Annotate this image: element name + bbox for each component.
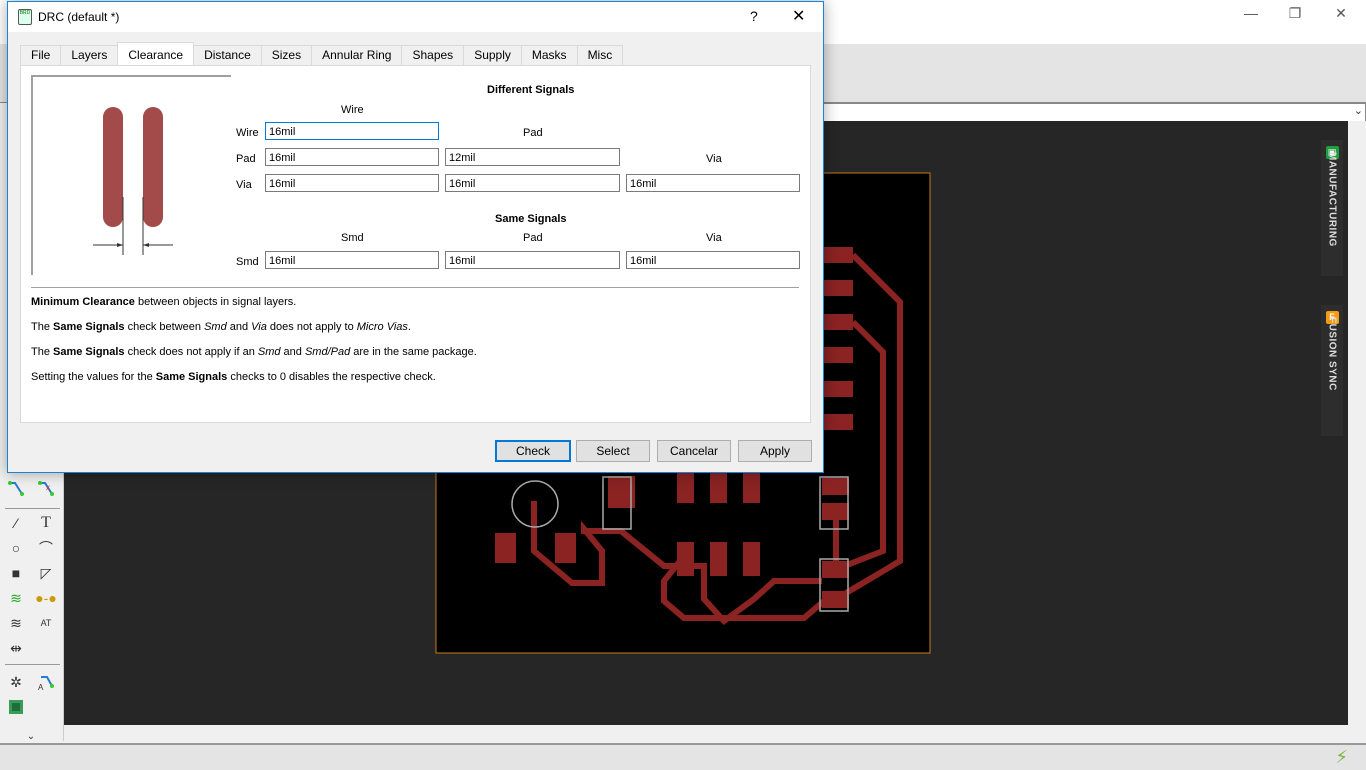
row-label-wire: Wire (236, 127, 259, 139)
restore-icon: ❐ (1288, 5, 1302, 21)
hole-tool-icon[interactable]: ≋ (5, 612, 27, 634)
row-label-via: Via (236, 179, 252, 191)
manufacturing-panel-tab[interactable]: ▣ MANUFACTURING (1321, 140, 1343, 276)
via-tool-icon[interactable]: ≋ (5, 587, 27, 609)
tab-annular-ring[interactable]: Annular Ring (311, 45, 403, 65)
col-header-wire: Wire (341, 104, 364, 116)
tab-supply[interactable]: Supply (463, 45, 522, 65)
row-label-smd: Smd (236, 256, 259, 268)
different-signals-heading: Different Signals (487, 84, 575, 96)
pad-pad-field[interactable]: 12mil (445, 148, 620, 166)
dialog-title-bar: BRD DRC (default *) ? ✕ (8, 2, 823, 32)
clearance-panel: Different Signals Wire Pad Via Wire 16mi… (20, 65, 811, 423)
tab-distance[interactable]: Distance (193, 45, 262, 65)
toolbar-divider (5, 664, 60, 665)
minimize-button[interactable]: — (1228, 2, 1274, 24)
vertical-scrollbar[interactable] (1348, 121, 1366, 725)
note-micro-vias: The Same Signals check between Smd and V… (31, 321, 411, 333)
svg-text:x: x (46, 483, 50, 492)
apply-button[interactable]: Apply (738, 440, 812, 462)
tab-shapes[interactable]: Shapes (401, 45, 465, 65)
pad-wire-field[interactable]: 16mil (265, 148, 439, 166)
lightning-bolt-icon[interactable]: ⚡ (1335, 747, 1348, 768)
smd-via-field[interactable]: 16mil (626, 251, 800, 269)
board-file-icon: BRD (18, 9, 32, 25)
col-header-via: Via (706, 232, 722, 244)
fusion-sync-panel-tab[interactable]: F FUSION SYNC (1321, 305, 1343, 436)
col-header-pad: Pad (523, 127, 543, 139)
arc-tool-icon[interactable]: ⌒ (35, 537, 57, 559)
drc-tool-icon[interactable] (5, 696, 27, 718)
close-dialog-button[interactable]: ✕ (792, 6, 805, 26)
autorouter-tool-icon[interactable]: A (35, 671, 57, 693)
note-minimum-clearance: Minimum Clearance between objects in sig… (31, 296, 297, 308)
close-icon: ✕ (1335, 5, 1347, 21)
col-header-smd: Smd (341, 232, 364, 244)
check-button[interactable]: Check (495, 440, 571, 462)
tab-sizes[interactable]: Sizes (260, 45, 313, 65)
polygon-tool-icon[interactable]: ◸ (35, 562, 57, 584)
attribute-tool-icon[interactable]: AT (35, 612, 57, 634)
tab-bar: File Layers Clearance Distance Sizes Ann… (20, 42, 624, 66)
dimension-tool-icon[interactable]: ⇹ (5, 637, 27, 659)
wire-wire-field[interactable]: 16mil (265, 122, 439, 140)
note-disable-check: Setting the values for the Same Signals … (31, 371, 436, 383)
smd-pad-field[interactable]: 16mil (445, 251, 620, 269)
circle-tool-icon[interactable]: ○ (5, 537, 27, 559)
via-pad-field[interactable]: 16mil (445, 174, 620, 192)
tab-file[interactable]: File (20, 45, 62, 65)
dialog-title: DRC (default *) (38, 10, 120, 24)
divider (31, 287, 799, 288)
tab-masks[interactable]: Masks (520, 45, 578, 65)
tab-clearance[interactable]: Clearance (117, 42, 195, 65)
col-header-via: Via (706, 153, 722, 165)
row-label-pad: Pad (236, 153, 256, 165)
via-wire-field[interactable]: 16mil (265, 174, 439, 192)
text-tool-icon[interactable]: T (35, 512, 57, 534)
line-tool-icon[interactable]: ⁄ (5, 512, 27, 534)
horizontal-scrollbar[interactable] (64, 725, 1348, 741)
tab-misc[interactable]: Misc (576, 45, 624, 65)
restore-button[interactable]: ❐ (1272, 2, 1318, 24)
same-signals-heading: Same Signals (495, 213, 567, 225)
route-tool-icon[interactable] (5, 478, 27, 500)
status-bar: ⚡ (0, 743, 1366, 770)
fusion-sync-label: FUSION SYNC (1326, 317, 1338, 391)
clearance-arrow-icon (93, 197, 173, 255)
chevron-down-icon[interactable]: ⌄ (1354, 104, 1363, 117)
manufacturing-label: MANUFACTURING (1326, 152, 1338, 247)
toolbar-divider (5, 508, 60, 509)
rectangle-tool-icon[interactable]: ■ (5, 562, 27, 584)
col-header-pad: Pad (523, 232, 543, 244)
help-button[interactable]: ? (750, 8, 758, 24)
tab-layers[interactable]: Layers (60, 45, 119, 65)
drc-dialog: BRD DRC (default *) ? ✕ File Layers Clea… (7, 1, 824, 473)
close-app-button[interactable]: ✕ (1318, 2, 1364, 24)
via-via-field[interactable]: 16mil (626, 174, 800, 192)
cancel-button[interactable]: Cancelar (657, 440, 731, 462)
ratsnest-tool-icon[interactable]: ✲ (5, 671, 27, 693)
note-same-package: The Same Signals check does not apply if… (31, 346, 477, 358)
ripup-tool-icon[interactable]: x (35, 478, 57, 500)
clearance-preview-image (31, 75, 231, 275)
minimize-icon: — (1244, 5, 1258, 21)
select-button[interactable]: Select (576, 440, 650, 462)
svg-text:A: A (38, 683, 44, 691)
signal-tool-icon[interactable]: ●-● (35, 587, 57, 609)
smd-smd-field[interactable]: 16mil (265, 251, 439, 269)
